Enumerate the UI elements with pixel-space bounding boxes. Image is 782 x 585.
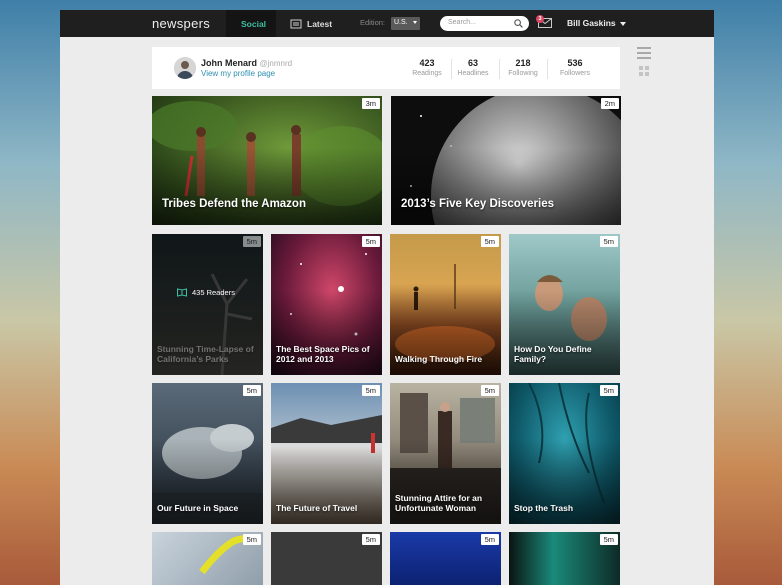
article-title: Walking Through Fire: [395, 354, 483, 365]
article-card-tribes[interactable]: 3m Tribes Defend the Amazon: [152, 96, 382, 225]
stat-value: 423: [419, 58, 435, 68]
article-title: Stunning Attire for an Unfortunate Woman: [395, 493, 483, 514]
search-input[interactable]: Search...: [440, 16, 529, 31]
article-card-future-space[interactable]: 5m Our Future in Space: [152, 383, 263, 524]
app-logo[interactable]: newspers: [152, 16, 210, 31]
article-card-fire[interactable]: 5m Walking Through Fire: [390, 234, 501, 375]
article-title: Our Future in Space: [157, 503, 239, 514]
article-title: 2013’s Five Key Discoveries: [401, 197, 555, 210]
time-badge: 5m: [599, 385, 618, 396]
stat-label: Headlines: [457, 70, 489, 77]
readers-count: 435 Readers: [177, 288, 235, 297]
open-book-icon: [177, 288, 187, 297]
readers-label: 435 Readers: [192, 288, 235, 297]
article-card-attire[interactable]: 5m Stunning Attire for an Unfortunate Wo…: [390, 383, 501, 524]
time-badge: 5m: [361, 534, 380, 545]
divider: [547, 59, 548, 79]
article-card-timelapse[interactable]: 5m 435 Readers Stunning Time-Lapse of Ca…: [152, 234, 263, 375]
article-card-space-pics[interactable]: 5m The Best Space Pics of 2012 and 2013: [271, 234, 382, 375]
article-title: The Best Space Pics of 2012 and 2013: [276, 344, 370, 365]
time-badge: 5m: [361, 236, 380, 247]
article-title: Stop the Trash: [514, 503, 574, 514]
profile-card: John Menard @jnmnrd View my profile page…: [152, 47, 620, 89]
time-badge: 5m: [242, 236, 261, 247]
edition-value: U.S.: [394, 19, 408, 26]
stat-readings[interactable]: 423 Readings: [405, 58, 449, 77]
notification-badge: 3: [536, 15, 544, 23]
chevron-down-icon: [412, 20, 417, 24]
article-card-family[interactable]: 5m How Do You Define Family?: [509, 234, 620, 375]
search-icon: [514, 19, 523, 28]
stat-value: 536: [567, 58, 583, 68]
article-card-row4-3[interactable]: 5m: [390, 532, 501, 585]
time-badge: 5m: [480, 236, 499, 247]
article-card-row4-1[interactable]: 5m: [152, 532, 263, 585]
top-bar: newspers Social Latest Edition: U.S. Sea…: [60, 10, 714, 37]
time-badge: 5m: [599, 534, 618, 545]
edition-select[interactable]: U.S.: [391, 17, 420, 30]
avatar-image: [174, 57, 196, 79]
tab-latest-label: Latest: [307, 18, 333, 29]
time-badge: 3m: [361, 98, 380, 109]
profile-name: John Menard: [201, 58, 258, 68]
article-card-row4-2[interactable]: 5m: [271, 532, 382, 585]
list-view-icon[interactable]: [637, 47, 651, 59]
article-card-discoveries[interactable]: 2m 2013’s Five Key Discoveries: [391, 96, 621, 225]
avatar[interactable]: [174, 57, 196, 79]
profile-link[interactable]: View my profile page: [201, 69, 275, 78]
user-menu[interactable]: Bill Gaskins: [567, 18, 626, 28]
stat-followers[interactable]: 536 Followers: [553, 58, 597, 77]
grid-view-icon[interactable]: [639, 66, 649, 76]
title-shade: [391, 147, 621, 225]
newspaper-icon: [290, 19, 302, 28]
tab-social-label: Social: [241, 18, 267, 29]
time-badge: 5m: [242, 534, 261, 545]
time-badge: 5m: [599, 236, 618, 247]
stat-following[interactable]: 218 Following: [501, 58, 545, 77]
article-title: The Future of Travel: [276, 503, 358, 514]
article-title: Stunning Time-Lapse of California’s Park…: [157, 344, 254, 365]
title-shade: [152, 147, 382, 225]
article-title: How Do You Define Family?: [514, 344, 592, 365]
app-window: newspers Social Latest Edition: U.S. Sea…: [60, 10, 714, 585]
stat-value: 63: [467, 58, 478, 68]
tab-social[interactable]: Social: [226, 10, 276, 37]
time-badge: 5m: [361, 385, 380, 396]
stat-label: Followers: [560, 70, 590, 77]
article-card-travel[interactable]: 5m The Future of Travel: [271, 383, 382, 524]
profile-handle: @jnmnrd: [259, 59, 293, 68]
article-card-trash[interactable]: 5m Stop the Trash: [509, 383, 620, 524]
time-badge: 5m: [480, 385, 499, 396]
stat-label: Following: [508, 70, 538, 77]
user-name: Bill Gaskins: [567, 18, 616, 28]
caret-down-icon: [619, 21, 626, 26]
article-title: Tribes Defend the Amazon: [162, 197, 306, 210]
stat-value: 218: [515, 58, 531, 68]
stat-headlines[interactable]: 63 Headlines: [451, 58, 495, 77]
time-badge: 2m: [600, 98, 619, 109]
time-badge: 5m: [242, 385, 261, 396]
stat-label: Readings: [412, 70, 442, 77]
time-badge: 5m: [480, 534, 499, 545]
divider: [499, 59, 500, 79]
profile-name-line: John Menard @jnmnrd: [201, 58, 292, 68]
search-placeholder: Search...: [448, 19, 477, 26]
edition-label: Edition:: [360, 18, 386, 27]
article-card-row4-4[interactable]: 5m: [509, 532, 620, 585]
tab-latest[interactable]: Latest: [280, 10, 342, 37]
